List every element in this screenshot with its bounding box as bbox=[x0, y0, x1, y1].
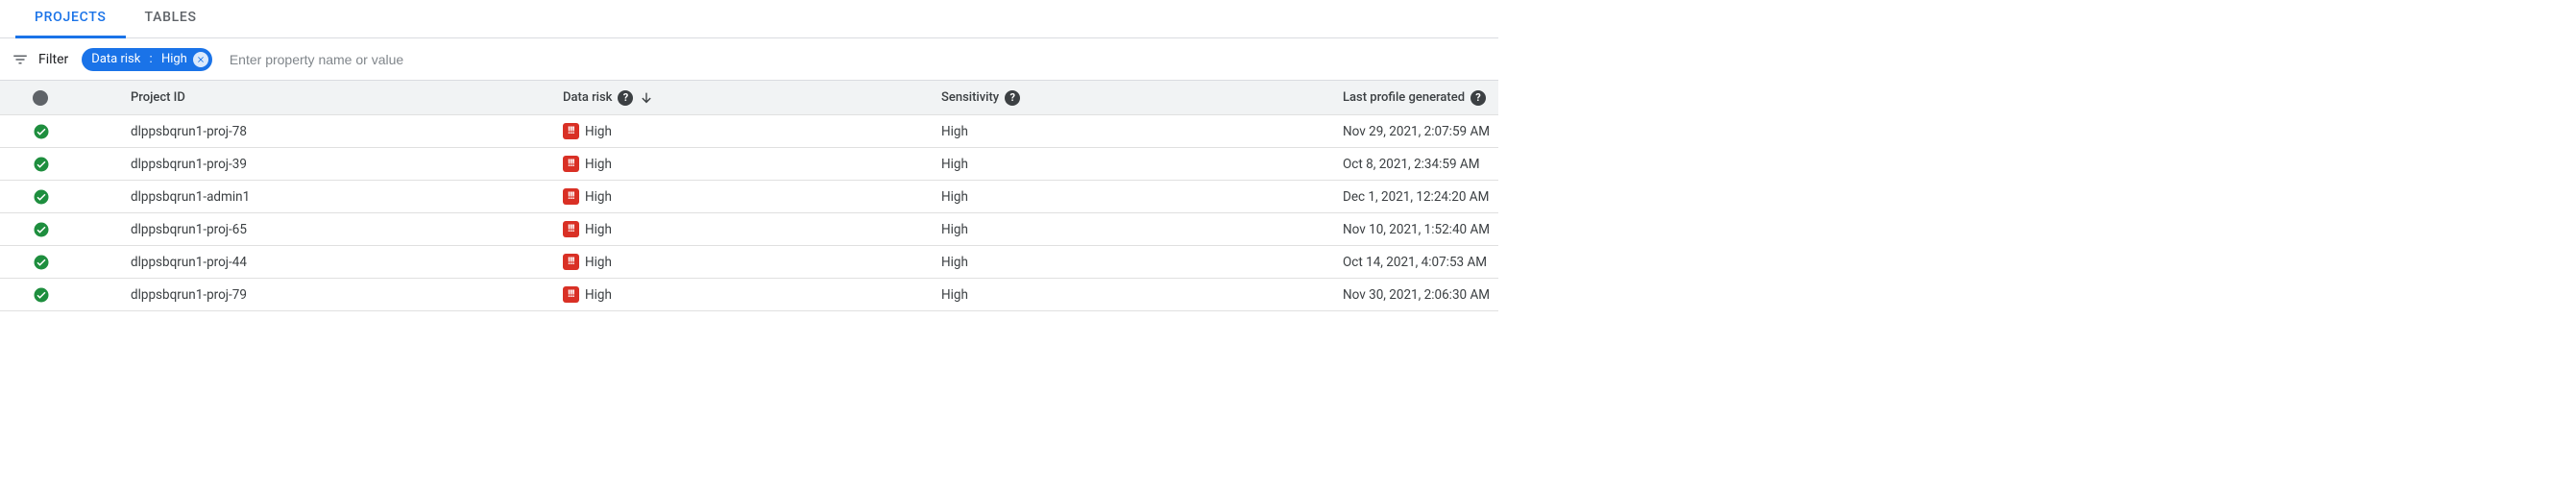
filter-chip[interactable]: Data risk : High bbox=[82, 48, 212, 71]
tab-projects[interactable]: PROJECTS bbox=[15, 0, 126, 38]
chip-key: Data risk bbox=[91, 52, 140, 66]
col-label: Project ID bbox=[131, 90, 185, 105]
table-row[interactable]: dlppsbqrun1-proj-78 !!! High High Nov 29… bbox=[0, 115, 1498, 148]
sensitivity-value: High bbox=[941, 157, 968, 172]
table-header: Project ID Data risk ? Sensitivity ? Las… bbox=[0, 81, 1498, 115]
checkmark-circle-icon bbox=[33, 156, 50, 173]
tab-tables[interactable]: TABLES bbox=[126, 0, 216, 38]
sensitivity-value: High bbox=[941, 222, 968, 237]
generated-time: Nov 29, 2021, 2:07:59 AM bbox=[1343, 124, 1490, 139]
col-label: Last profile generated bbox=[1343, 90, 1465, 105]
filter-bar: Filter Data risk : High bbox=[0, 38, 1498, 81]
checkmark-circle-icon bbox=[33, 221, 50, 238]
project-id: dlppsbqrun1-proj-65 bbox=[131, 222, 247, 237]
generated-time: Nov 10, 2021, 1:52:40 AM bbox=[1343, 222, 1490, 237]
high-risk-icon: !!! bbox=[563, 188, 579, 205]
risk-value: High bbox=[585, 124, 612, 139]
table-row[interactable]: dlppsbqrun1-proj-79 !!! High High Nov 30… bbox=[0, 279, 1498, 311]
generated-time: Nov 30, 2021, 2:06:30 AM bbox=[1343, 287, 1490, 303]
risk-value: High bbox=[585, 157, 612, 172]
sensitivity-value: High bbox=[941, 287, 968, 303]
col-last-profile[interactable]: Last profile generated ? bbox=[1335, 90, 1498, 106]
table-body: dlppsbqrun1-proj-78 !!! High High Nov 29… bbox=[0, 115, 1498, 311]
high-risk-icon: !!! bbox=[563, 156, 579, 172]
table-row[interactable]: dlppsbqrun1-proj-44 !!! High High Oct 14… bbox=[0, 246, 1498, 279]
generated-time: Oct 14, 2021, 4:07:53 AM bbox=[1343, 255, 1487, 270]
project-id: dlppsbqrun1-proj-39 bbox=[131, 157, 247, 172]
project-id: dlppsbqrun1-proj-78 bbox=[131, 124, 247, 139]
risk-value: High bbox=[585, 255, 612, 270]
col-label: Sensitivity bbox=[941, 90, 999, 105]
project-id: dlppsbqrun1-admin1 bbox=[131, 189, 250, 205]
filter-input[interactable] bbox=[228, 51, 1487, 68]
help-icon[interactable]: ? bbox=[1470, 90, 1486, 106]
checkmark-circle-icon bbox=[33, 188, 50, 206]
col-project-id[interactable]: Project ID bbox=[123, 90, 555, 105]
risk-value: High bbox=[585, 222, 612, 237]
project-id: dlppsbqrun1-proj-79 bbox=[131, 287, 247, 303]
tab-label: TABLES bbox=[145, 10, 197, 25]
status-header-dot-icon bbox=[33, 90, 48, 106]
generated-time: Dec 1, 2021, 12:24:20 AM bbox=[1343, 189, 1489, 205]
high-risk-icon: !!! bbox=[563, 286, 579, 303]
table-row[interactable]: dlppsbqrun1-proj-39 !!! High High Oct 8,… bbox=[0, 148, 1498, 181]
risk-value: High bbox=[585, 287, 612, 303]
help-icon[interactable]: ? bbox=[1005, 90, 1020, 106]
tab-label: PROJECTS bbox=[35, 10, 107, 25]
sensitivity-value: High bbox=[941, 124, 968, 139]
high-risk-icon: !!! bbox=[563, 254, 579, 270]
col-label: Data risk bbox=[563, 90, 612, 105]
help-icon[interactable]: ? bbox=[618, 90, 633, 106]
table-row[interactable]: dlppsbqrun1-proj-65 !!! High High Nov 10… bbox=[0, 213, 1498, 246]
checkmark-circle-icon bbox=[33, 286, 50, 304]
filter-list-icon bbox=[12, 51, 29, 68]
checkmark-circle-icon bbox=[33, 123, 50, 140]
table-row[interactable]: dlppsbqrun1-admin1 !!! High High Dec 1, … bbox=[0, 181, 1498, 213]
tabs: PROJECTS TABLES bbox=[0, 0, 1498, 38]
chip-value: High bbox=[161, 52, 187, 66]
sort-desc-icon bbox=[639, 90, 654, 106]
sensitivity-value: High bbox=[941, 189, 968, 205]
checkmark-circle-icon bbox=[33, 254, 50, 271]
generated-time: Oct 8, 2021, 2:34:59 AM bbox=[1343, 157, 1479, 172]
high-risk-icon: !!! bbox=[563, 123, 579, 139]
chip-remove-icon[interactable] bbox=[193, 52, 208, 67]
col-data-risk[interactable]: Data risk ? bbox=[555, 90, 934, 106]
col-sensitivity[interactable]: Sensitivity ? bbox=[934, 90, 1335, 106]
project-id: dlppsbqrun1-proj-44 bbox=[131, 255, 247, 270]
high-risk-icon: !!! bbox=[563, 221, 579, 237]
filter-label: Filter bbox=[38, 52, 68, 67]
risk-value: High bbox=[585, 189, 612, 205]
sensitivity-value: High bbox=[941, 255, 968, 270]
